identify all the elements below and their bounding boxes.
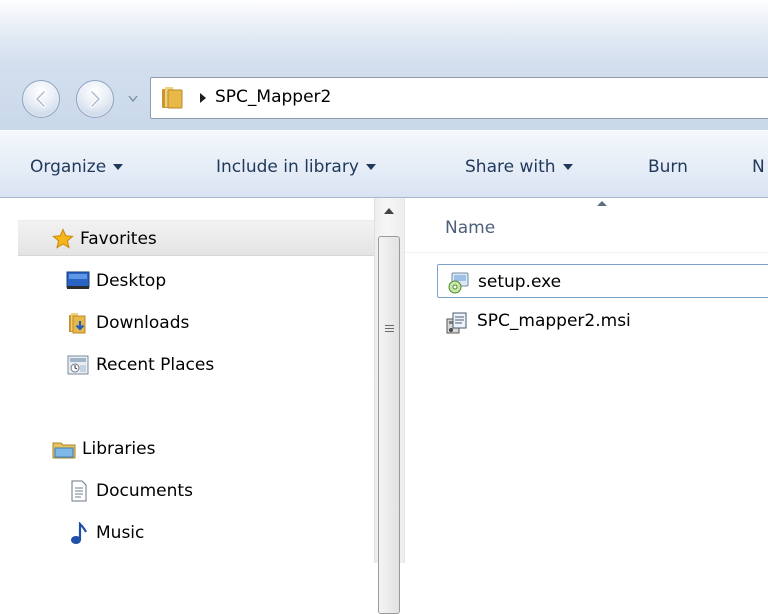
recent-places-icon — [67, 355, 89, 375]
navigation-pane: Favorites Desktop Downloads Recent Place… — [0, 198, 404, 563]
chevron-down-icon — [365, 164, 376, 170]
sort-ascending-icon — [597, 201, 607, 206]
share-with-label: Share with — [465, 157, 556, 177]
msi-installer-icon — [446, 312, 467, 334]
grip-line — [385, 328, 394, 329]
nav-desktop-label: Desktop — [96, 271, 167, 291]
address-bar-row: SPC_Mapper2 — [0, 66, 768, 130]
address-bar[interactable]: SPC_Mapper2 — [150, 77, 768, 119]
nav-favorites[interactable]: Favorites — [18, 220, 374, 258]
music-icon — [71, 522, 87, 544]
libraries-icon — [52, 442, 76, 459]
column-header-name[interactable]: Name — [445, 218, 495, 238]
grip-line — [385, 331, 394, 332]
forward-arrow-icon — [90, 90, 101, 108]
file-list-pane: Name setup.exe SPC_mapper2.msi — [405, 198, 768, 563]
back-arrow-icon — [35, 90, 46, 108]
burn-button[interactable]: Burn — [648, 157, 688, 177]
window-title-bar — [0, 0, 768, 66]
file-name: SPC_mapper2.msi — [477, 311, 631, 331]
back-button[interactable] — [22, 80, 60, 118]
scrollbar-thumb[interactable] — [378, 236, 400, 614]
documents-icon — [71, 480, 87, 502]
nav-recent-places-label: Recent Places — [96, 355, 215, 375]
organize-label: Organize — [30, 157, 107, 177]
chevron-down-icon — [113, 164, 124, 170]
recent-pages-dropdown-icon[interactable] — [128, 94, 138, 104]
nav-favorites-label: Favorites — [80, 229, 157, 249]
star-icon — [52, 228, 74, 249]
command-bar: Organize Include in library Share with B… — [0, 130, 768, 198]
setup-exe-icon — [448, 272, 469, 294]
nav-music-label: Music — [96, 523, 145, 543]
folder-icon — [162, 87, 183, 109]
nav-libraries-label: Libraries — [82, 439, 156, 459]
scroll-up-arrow-icon[interactable] — [384, 208, 394, 214]
organize-menu[interactable]: Organize — [30, 157, 124, 177]
nav-documents-label: Documents — [96, 481, 193, 501]
desktop-icon — [66, 271, 90, 289]
nav-scrollbar[interactable] — [374, 198, 404, 614]
include-in-library-menu[interactable]: Include in library — [216, 157, 376, 177]
breadcrumb-chevron-icon[interactable] — [199, 92, 207, 104]
breadcrumb-segment[interactable]: SPC_Mapper2 — [215, 87, 331, 107]
downloads-icon — [69, 313, 86, 334]
include-in-library-label: Include in library — [216, 157, 359, 177]
file-name: setup.exe — [478, 272, 562, 292]
chevron-down-icon — [562, 164, 573, 170]
column-header-divider — [405, 252, 768, 253]
forward-button[interactable] — [76, 80, 114, 118]
file-row-setup-exe[interactable]: setup.exe — [437, 264, 768, 298]
nav-downloads-label: Downloads — [96, 313, 190, 333]
grip-line — [385, 325, 394, 326]
new-folder-button[interactable]: N — [752, 157, 765, 177]
share-with-menu[interactable]: Share with — [465, 157, 573, 177]
